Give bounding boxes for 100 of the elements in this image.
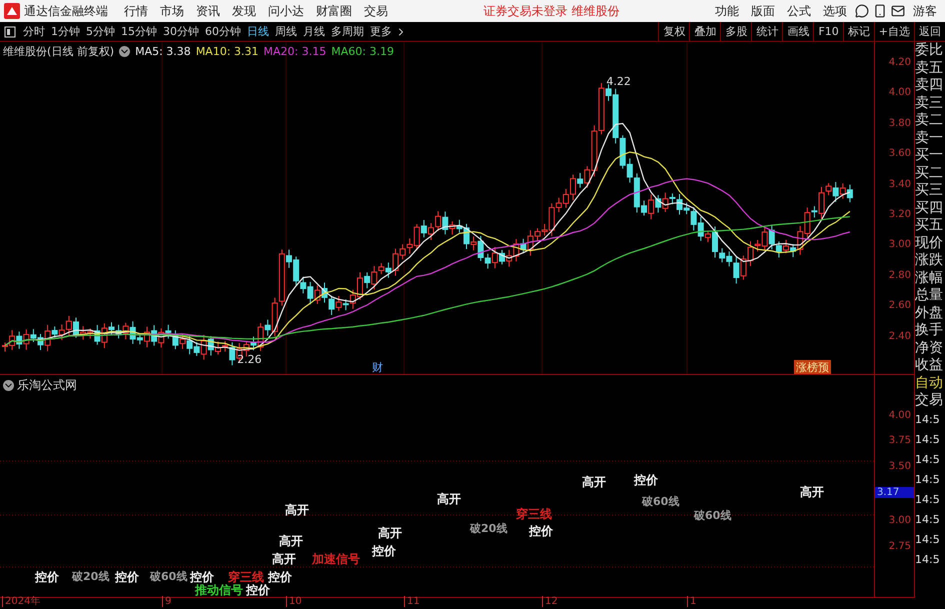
signal-label: 控价 — [529, 523, 553, 540]
period-tab[interactable]: 日线 — [244, 24, 272, 39]
signal-label: 破20线 — [470, 521, 508, 536]
date-label: 9 — [162, 596, 172, 607]
signal-label: 高开 — [272, 551, 296, 568]
axis-tick-label: 3.20 — [888, 209, 911, 220]
menu-item[interactable]: 问小达 — [264, 2, 308, 20]
period-tab[interactable]: 1分钟 — [48, 24, 83, 39]
period-tab[interactable]: 30分钟 — [160, 24, 202, 39]
phone-icon[interactable] — [873, 4, 887, 18]
signal-label: 高开 — [800, 484, 824, 501]
chart-title: 维维股份(日线 前复权) — [3, 44, 114, 59]
axis-tick-label: 4.20 — [888, 57, 911, 68]
trade-time: 14:5 — [915, 472, 941, 488]
signal-label: 控价 — [372, 543, 396, 560]
quote-label: 涨跌 — [915, 252, 944, 270]
finance-marker[interactable]: 财 — [372, 360, 383, 374]
menu-item[interactable]: 功能 — [711, 2, 743, 20]
signal-label: 高开 — [378, 525, 402, 542]
signal-label: 高开 — [437, 491, 461, 508]
quote-label: 买四 — [915, 200, 944, 217]
ma-indicator: MA20: 3.15 — [264, 45, 326, 58]
toolbar-button[interactable]: 画线 — [782, 22, 814, 41]
date-label: 1 — [687, 596, 696, 607]
ma-indicator: MA5: 3.38 — [135, 45, 191, 58]
ma-indicator: MA10: 3.31 — [196, 45, 259, 58]
toolbar-button[interactable]: 返回 — [914, 22, 945, 41]
date-label: 10 — [286, 596, 302, 607]
trade-time: 14:5 — [915, 452, 941, 468]
panel-toggle-icon[interactable] — [4, 26, 16, 38]
trade-time: 14:5 — [915, 492, 941, 508]
period-tab[interactable]: 多周期 — [328, 24, 367, 39]
menu-item[interactable]: 市场 — [156, 2, 188, 20]
axis-tick-label: 3.40 — [888, 178, 911, 190]
rank-badge[interactable]: 涨榜预 — [794, 360, 831, 374]
axis-tick-label: 4.00 — [888, 87, 911, 98]
toolbar-button[interactable]: F10 — [813, 22, 843, 41]
axis-tick-label: 3.00 — [888, 239, 911, 250]
indicator-title: 乐淘公式网 — [17, 377, 77, 394]
toolbar-button[interactable]: +自选 — [874, 22, 914, 41]
quote-label: 委比 — [915, 42, 944, 60]
menu-item[interactable]: 选项 — [819, 2, 851, 20]
high-price-label: 4.22 — [606, 75, 631, 88]
app-title: 通达信金融终端 — [24, 2, 108, 20]
period-tab[interactable]: 周线 — [272, 24, 300, 39]
period-tab[interactable]: 月线 — [300, 24, 328, 39]
quote-label: 总量 — [915, 287, 944, 304]
chat-icon[interactable] — [855, 4, 869, 18]
app-logo-icon — [4, 3, 20, 19]
quote-label: 卖一 — [915, 130, 944, 147]
period-tab[interactable]: 60分钟 — [202, 24, 244, 39]
signal-label: 控价 — [35, 569, 59, 586]
axis-tick-label: 2.75 — [888, 541, 911, 552]
axis-tick-label: 2.40 — [888, 330, 911, 342]
menu-item[interactable]: 版面 — [747, 2, 779, 20]
menu-item[interactable]: 财富圈 — [312, 2, 356, 20]
toolbar-button[interactable]: 多股 — [720, 22, 752, 41]
menu-item[interactable]: 资讯 — [192, 2, 224, 20]
quote-label: 买五 — [915, 217, 944, 234]
mail-icon[interactable] — [891, 4, 905, 18]
signal-label: 破60线 — [642, 494, 680, 509]
quote-label: 买二 — [915, 164, 944, 182]
menu-item[interactable]: 行情 — [120, 2, 152, 20]
mode-label[interactable]: 自动 — [915, 374, 945, 392]
dropdown-icon[interactable] — [3, 380, 14, 391]
quote-label: 卖二 — [915, 112, 944, 130]
date-label: 2024年 — [2, 596, 40, 607]
signal-label: 高开 — [582, 474, 606, 491]
period-tab[interactable]: 分时 — [20, 24, 48, 39]
signal-label: 推动信号 — [195, 583, 243, 597]
trade-label: 交易 — [915, 392, 944, 410]
quote-label: 卖三 — [915, 94, 944, 112]
date-label: 12 — [542, 596, 558, 607]
user-label[interactable]: 游客 — [909, 2, 941, 20]
period-tab[interactable]: 15分钟 — [118, 24, 160, 39]
quote-label: 买三 — [915, 182, 944, 200]
trade-time: 14:5 — [915, 432, 941, 448]
signal-label: 控价 — [246, 583, 270, 597]
toolbar-button[interactable]: 标记 — [842, 22, 874, 41]
signal-label: 控价 — [634, 472, 658, 489]
menu-item[interactable]: 交易 — [360, 2, 392, 20]
signal-label: 破60线 — [694, 508, 732, 523]
trade-time: 14:5 — [915, 532, 941, 548]
quote-label: 换手 — [915, 322, 944, 340]
login-status[interactable]: 证券交易未登录 — [484, 2, 568, 20]
dropdown-icon[interactable] — [119, 46, 130, 57]
menu-item[interactable]: 公式 — [783, 2, 815, 20]
signal-label: 破20线 — [72, 569, 110, 584]
toolbar-button[interactable]: 统计 — [751, 22, 782, 41]
menu-item[interactable]: 发现 — [228, 2, 260, 20]
period-tab[interactable]: 更多 — [367, 24, 395, 39]
axis-tick-label: 2.80 — [888, 270, 911, 281]
signal-label: 加速信号 — [312, 551, 360, 568]
current-value-label: 3.17 — [875, 487, 914, 498]
period-tab[interactable]: 5分钟 — [83, 24, 118, 39]
axis-tick-label: 3.60 — [888, 148, 911, 160]
toolbar-button[interactable]: 叠加 — [689, 22, 720, 41]
signal-label: 高开 — [279, 533, 303, 550]
low-price-label: 2.26 — [237, 353, 262, 366]
toolbar-button[interactable]: 复权 — [658, 22, 690, 41]
